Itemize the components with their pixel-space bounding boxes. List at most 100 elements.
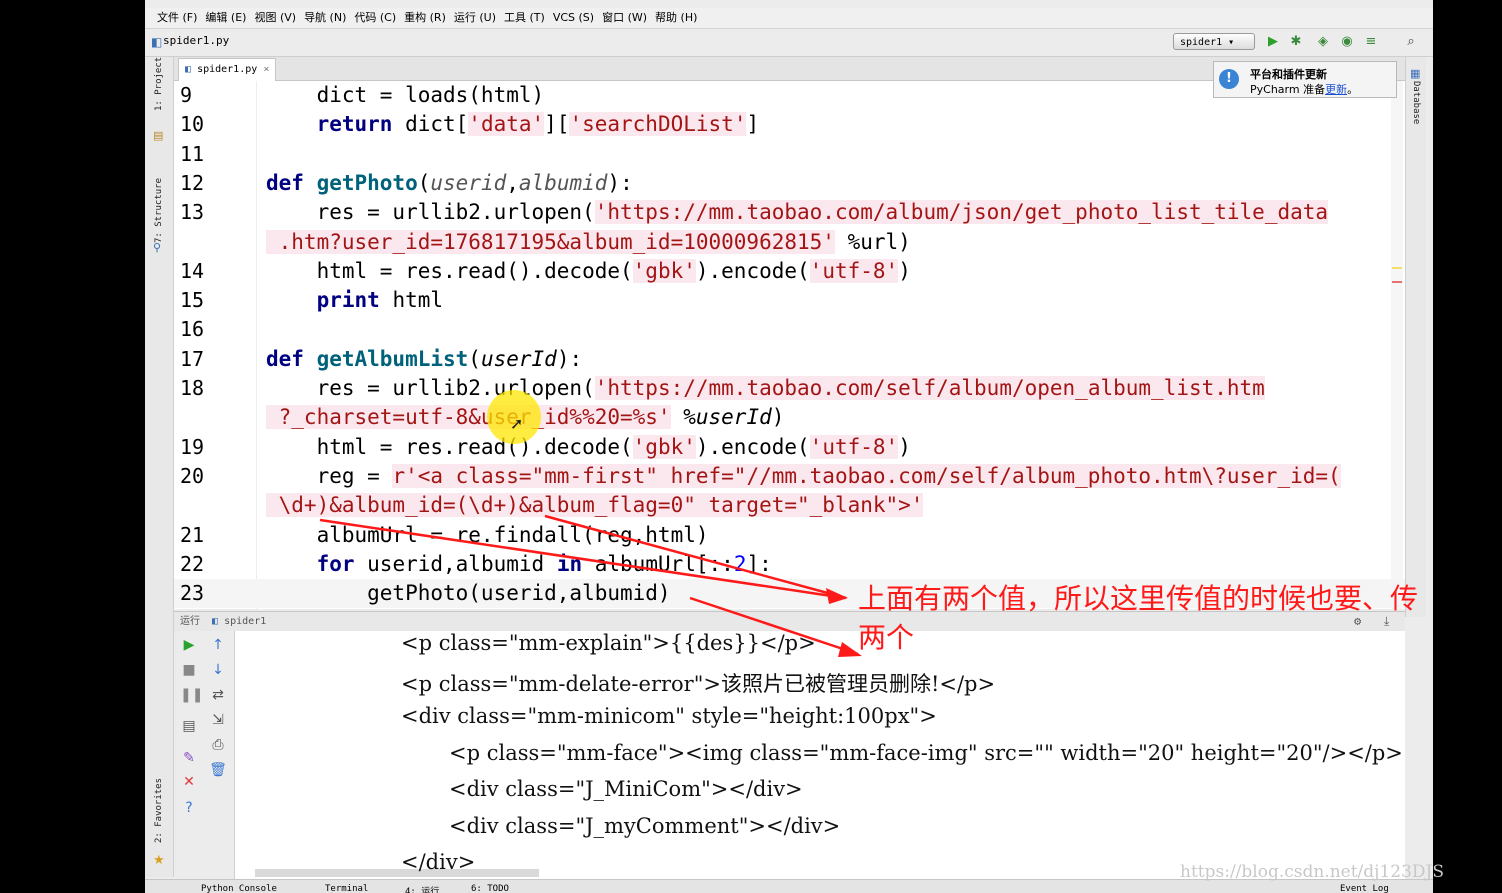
- code-text: .htm?user_id=176817195&album_id=10000962…: [266, 228, 911, 257]
- line-number: 16: [180, 317, 205, 342]
- notification-update-link[interactable]: 更新: [1325, 83, 1347, 96]
- code-token: 'https://mm.taobao.com/self/album/open_a…: [594, 376, 1265, 400]
- tool-window-project[interactable]: 1: Project: [154, 57, 164, 111]
- menu-item[interactable]: 帮助 (H): [651, 8, 701, 28]
- code-token: reg =: [266, 463, 393, 488]
- code-token: 2: [733, 551, 747, 576]
- code-token: getAlbumList: [316, 346, 469, 371]
- code-text: dict = loads(html): [266, 81, 545, 110]
- stop-icon[interactable]: ■: [180, 661, 198, 679]
- scroll-up-icon[interactable]: ↑: [209, 636, 227, 654]
- editor-tab-spider1[interactable]: ◧ spider1.py ×: [178, 58, 277, 81]
- right-tool-strip: ▦ Database: [1405, 57, 1426, 617]
- code-token: albumUrl = re.findall(reg,html): [266, 522, 709, 547]
- pause-icon[interactable]: ❚❚: [180, 686, 203, 704]
- bottom-tab-todo[interactable]: 6: TODO: [471, 884, 509, 893]
- tool-window-favorites[interactable]: 2: Favorites: [154, 778, 164, 843]
- code-text: html = res.read().decode('gbk').encode('…: [266, 433, 911, 462]
- debug-icon[interactable]: ✱: [1288, 34, 1304, 50]
- code-editor[interactable]: 9 dict = loads(html) 10 return dict['data…: [174, 81, 1405, 609]
- console-line: </div>: [401, 850, 476, 874]
- code-line[interactable]: .htm?user_id=176817195&album_id=10000962…: [174, 228, 1405, 257]
- code-line[interactable]: 18 res = urllib2.urlopen('https://mm.tao…: [174, 374, 1405, 403]
- layout-icon[interactable]: ▤: [180, 717, 198, 735]
- menu-bar: 文件 (F) 编辑 (E) 视图 (V) 导航 (N) 代码 (C) 重构 (R) 运行 (…: [145, 8, 1433, 29]
- coverage-icon[interactable]: ◈: [1315, 34, 1331, 50]
- close-red-icon[interactable]: ✕: [180, 773, 198, 791]
- code-line[interactable]: 15 print html: [174, 286, 1405, 315]
- scroll-to-end-icon[interactable]: ⇲: [209, 711, 227, 729]
- scroll-down-icon[interactable]: ↓: [209, 661, 227, 679]
- code-line[interactable]: 14 html = res.read().decode('gbk').encod…: [174, 257, 1405, 286]
- code-text: reg = r'<a class="mm-first" href="//mm.t…: [266, 462, 1341, 491]
- code-token: r'<a class="mm-first" href="//mm.taobao.…: [392, 463, 1341, 488]
- run-panel-config: spider1: [224, 616, 267, 627]
- menu-item[interactable]: 编辑 (E): [201, 8, 250, 28]
- concurrency-icon[interactable]: ≡: [1363, 34, 1379, 50]
- code-line[interactable]: 17 def getAlbumList(userId):: [174, 345, 1405, 374]
- code-line[interactable]: 21 albumUrl = re.findall(reg,html): [174, 521, 1405, 550]
- console-hscrollbar[interactable]: [255, 869, 539, 877]
- code-token: (: [468, 346, 481, 371]
- soft-wrap-icon[interactable]: ⇄: [209, 686, 227, 704]
- print-icon[interactable]: ⎙: [209, 736, 227, 754]
- search-icon[interactable]: ⌕: [1403, 34, 1419, 50]
- bottom-tab-event-log[interactable]: Event Log: [1340, 884, 1389, 893]
- code-line[interactable]: 19 html = res.read().decode('gbk').encod…: [174, 433, 1405, 462]
- code-line[interactable]: \d+)&album_id=(\d+)&album_flag=0" target…: [174, 491, 1405, 520]
- code-token: ?_charset=utf-8&user_id%%20=%s': [266, 405, 671, 430]
- code-token: ).encode(: [695, 258, 810, 283]
- menu-item[interactable]: 重构 (R): [400, 8, 450, 28]
- breadcrumb[interactable]: spider1.py: [163, 34, 229, 47]
- menu-item[interactable]: 工具 (T): [500, 8, 549, 28]
- menu-item[interactable]: 文件 (F): [153, 8, 201, 28]
- update-notification[interactable]: ! 平台和插件更新 PyCharm 准备更新。: [1213, 61, 1397, 98]
- trash-icon[interactable]: 🗑: [209, 761, 227, 779]
- python-file-icon: ◧: [151, 35, 163, 49]
- line-number: 21: [180, 522, 205, 547]
- console-line: <div class="mm-minicom" style="height:10…: [401, 704, 937, 728]
- bottom-tab-terminal[interactable]: Terminal: [325, 884, 368, 893]
- menu-item[interactable]: 窗口 (W): [598, 8, 651, 28]
- profile-icon[interactable]: ◉: [1339, 34, 1355, 50]
- run-config-label: spider1: [1180, 37, 1223, 48]
- pin-icon[interactable]: ✎: [180, 749, 198, 767]
- code-line[interactable]: 22 for userid,albumid in albumUrl[::2]:: [174, 550, 1405, 579]
- rerun-icon[interactable]: ▶: [180, 636, 198, 654]
- code-text: print html: [266, 286, 443, 315]
- close-icon[interactable]: ×: [263, 64, 269, 75]
- code-line[interactable]: ?_charset=utf-8&user_id%%20=%s' %userId): [174, 403, 1405, 432]
- code-line[interactable]: 16: [174, 315, 1405, 344]
- code-token: %url): [834, 229, 911, 254]
- bottom-tab-python-console[interactable]: Python Console: [201, 884, 277, 893]
- line-number: 19: [180, 434, 205, 459]
- code-token: 'https://mm.taobao.com/album/json/get_ph…: [594, 200, 1329, 225]
- menu-item[interactable]: 导航 (N): [300, 8, 350, 28]
- run-config-selector[interactable]: spider1 ▾: [1173, 33, 1255, 50]
- code-token: albumid: [518, 170, 608, 195]
- code-line[interactable]: 12 def getPhoto(userid,albumid):: [174, 169, 1405, 198]
- line-number: 14: [180, 258, 205, 283]
- code-token: ][: [544, 112, 570, 137]
- menu-item[interactable]: 代码 (C): [350, 8, 400, 28]
- code-line[interactable]: 11: [174, 140, 1405, 169]
- tool-window-database[interactable]: Database: [1411, 81, 1421, 124]
- code-line[interactable]: 10 return dict['data']['searchDOList']: [174, 110, 1405, 139]
- code-token: 'utf-8': [809, 258, 899, 283]
- tool-window-structure[interactable]: 7: Structure: [154, 178, 164, 243]
- code-token: dict = loads(html): [266, 83, 545, 107]
- line-number: 11: [180, 141, 205, 166]
- line-number: 17: [180, 346, 205, 371]
- code-token: userid: [430, 170, 507, 195]
- code-line[interactable]: 20 reg = r'<a class="mm-first" href="//m…: [174, 462, 1405, 491]
- notification-title: 平台和插件更新: [1250, 68, 1327, 81]
- code-token: (: [417, 170, 431, 195]
- help-icon[interactable]: ?: [180, 799, 198, 817]
- run-icon[interactable]: ▶: [1265, 34, 1281, 50]
- code-line[interactable]: 13 res = urllib2.urlopen('https://mm.tao…: [174, 198, 1405, 227]
- menu-item[interactable]: 运行 (U): [450, 8, 500, 28]
- bottom-tab-run[interactable]: 4: 运行: [405, 884, 439, 893]
- menu-item[interactable]: VCS (S): [549, 8, 598, 28]
- menu-item[interactable]: 视图 (V): [250, 8, 300, 28]
- run-console-output[interactable]: <p class="mm-explain">{{des}}</p> <p clas…: [235, 631, 1405, 879]
